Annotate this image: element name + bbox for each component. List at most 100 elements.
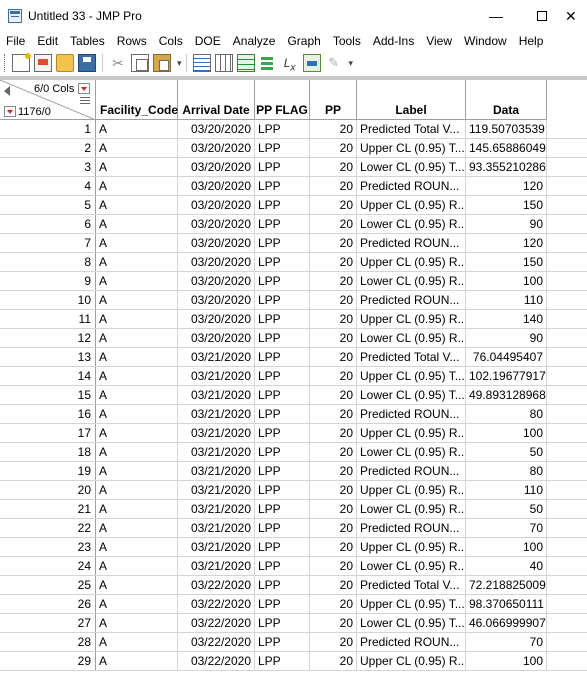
cell-facility-code[interactable]: A	[96, 139, 178, 157]
table-row[interactable]: 4 A 03/20/2020 LPP 20 Predicted ROUN... 120	[0, 177, 587, 196]
cell-pp-flag[interactable]: LPP	[255, 291, 310, 309]
cell-pp[interactable]: 20	[310, 291, 357, 309]
cell-data[interactable]: 90	[466, 329, 547, 347]
cell-data[interactable]: 80	[466, 462, 547, 480]
cell-facility-code[interactable]: A	[96, 272, 178, 290]
cell-pp[interactable]: 20	[310, 215, 357, 233]
table-row[interactable]: 13 A 03/21/2020 LPP 20 Predicted Total V... 76…	[0, 348, 587, 367]
row-number[interactable]: 26	[0, 595, 96, 613]
table-row[interactable]: 24 A 03/21/2020 LPP 20 Lower CL (0.95) R... 40	[0, 557, 587, 576]
menu-analyze[interactable]: Analyze	[227, 32, 282, 50]
table-row[interactable]: 17 A 03/21/2020 LPP 20 Upper CL (0.95) R... 10…	[0, 424, 587, 443]
cell-data[interactable]: 145.65886049	[466, 139, 547, 157]
cell-label[interactable]: Predicted Total V...	[357, 576, 466, 594]
paste-dropdown-icon[interactable]: ▾	[177, 58, 182, 69]
cell-pp-flag[interactable]: LPP	[255, 614, 310, 632]
cell-arrival-date[interactable]: 03/22/2020	[178, 595, 255, 613]
column-header-pp[interactable]: PP	[310, 80, 357, 120]
cell-data[interactable]: 49.893128968	[466, 386, 547, 404]
cell-pp[interactable]: 20	[310, 595, 357, 613]
cell-facility-code[interactable]: A	[96, 386, 178, 404]
cell-data[interactable]: 70	[466, 519, 547, 537]
cell-arrival-date[interactable]: 03/20/2020	[178, 139, 255, 157]
cell-pp[interactable]: 20	[310, 481, 357, 499]
data-table-list-icon[interactable]	[192, 54, 211, 72]
cell-pp[interactable]: 20	[310, 158, 357, 176]
cell-label[interactable]: Upper CL (0.95) T...	[357, 139, 466, 157]
table-row[interactable]: 7 A 03/20/2020 LPP 20 Predicted ROUN... 120	[0, 234, 587, 253]
run-script-icon[interactable]	[302, 54, 321, 72]
cell-data[interactable]: 100	[466, 424, 547, 442]
columns-menu-icon[interactable]	[78, 83, 90, 94]
cell-data[interactable]: 72.218825009	[466, 576, 547, 594]
cell-data[interactable]: 76.04495407	[466, 348, 547, 366]
table-row[interactable]: 18 A 03/21/2020 LPP 20 Lower CL (0.95) R... 50	[0, 443, 587, 462]
row-number[interactable]: 8	[0, 253, 96, 271]
cell-data[interactable]: 140	[466, 310, 547, 328]
row-number[interactable]: 20	[0, 481, 96, 499]
table-row[interactable]: 15 A 03/21/2020 LPP 20 Lower CL (0.95) T... 49…	[0, 386, 587, 405]
cell-pp[interactable]: 20	[310, 348, 357, 366]
table-row[interactable]: 6 A 03/20/2020 LPP 20 Lower CL (0.95) R... 90	[0, 215, 587, 234]
cell-label[interactable]: Predicted Total V...	[357, 120, 466, 138]
table-row[interactable]: 23 A 03/21/2020 LPP 20 Upper CL (0.95) R... 10…	[0, 538, 587, 557]
formula-icon[interactable]: Lx	[281, 54, 299, 73]
grid-icon[interactable]	[236, 54, 255, 72]
cell-pp-flag[interactable]: LPP	[255, 481, 310, 499]
collapse-panel-icon[interactable]	[4, 86, 10, 96]
menu-cols[interactable]: Cols	[153, 32, 189, 50]
cell-label[interactable]: Predicted ROUN...	[357, 519, 466, 537]
menu-file[interactable]: File	[0, 32, 31, 50]
cell-pp[interactable]: 20	[310, 329, 357, 347]
row-number[interactable]: 2	[0, 139, 96, 157]
menu-view[interactable]: View	[420, 32, 458, 50]
cell-pp-flag[interactable]: LPP	[255, 652, 310, 670]
cell-label[interactable]: Upper CL (0.95) T...	[357, 367, 466, 385]
cell-pp[interactable]: 20	[310, 272, 357, 290]
table-row[interactable]: 21 A 03/21/2020 LPP 20 Lower CL (0.95) R... 50	[0, 500, 587, 519]
cell-pp-flag[interactable]: LPP	[255, 177, 310, 195]
cell-pp-flag[interactable]: LPP	[255, 272, 310, 290]
row-number[interactable]: 3	[0, 158, 96, 176]
cell-label[interactable]: Lower CL (0.95) R...	[357, 329, 466, 347]
cell-pp[interactable]: 20	[310, 462, 357, 480]
cell-facility-code[interactable]: A	[96, 481, 178, 499]
cell-label[interactable]: Lower CL (0.95) R...	[357, 443, 466, 461]
table-row[interactable]: 1 A 03/20/2020 LPP 20 Predicted Total V... 119…	[0, 120, 587, 139]
cell-label[interactable]: Upper CL (0.95) R...	[357, 481, 466, 499]
cell-facility-code[interactable]: A	[96, 614, 178, 632]
menu-tools[interactable]: Tools	[327, 32, 367, 50]
cell-arrival-date[interactable]: 03/22/2020	[178, 633, 255, 651]
column-header-label[interactable]: Label	[357, 80, 466, 120]
cell-arrival-date[interactable]: 03/22/2020	[178, 614, 255, 632]
cell-pp-flag[interactable]: LPP	[255, 234, 310, 252]
cell-data[interactable]: 90	[466, 215, 547, 233]
table-row[interactable]: 20 A 03/21/2020 LPP 20 Upper CL (0.95) R... 11…	[0, 481, 587, 500]
toolbar-overflow-icon[interactable]: ▾	[349, 58, 354, 69]
cell-pp[interactable]: 20	[310, 557, 357, 575]
row-number[interactable]: 27	[0, 614, 96, 632]
row-number[interactable]: 29	[0, 652, 96, 670]
table-row[interactable]: 8 A 03/20/2020 LPP 20 Upper CL (0.95) R... 150	[0, 253, 587, 272]
cell-label[interactable]: Lower CL (0.95) R...	[357, 500, 466, 518]
cell-pp-flag[interactable]: LPP	[255, 519, 310, 537]
cell-facility-code[interactable]: A	[96, 405, 178, 423]
cell-arrival-date[interactable]: 03/21/2020	[178, 386, 255, 404]
cell-facility-code[interactable]: A	[96, 215, 178, 233]
cell-arrival-date[interactable]: 03/22/2020	[178, 576, 255, 594]
row-number[interactable]: 1	[0, 120, 96, 138]
cell-pp[interactable]: 20	[310, 424, 357, 442]
cell-data[interactable]: 100	[466, 652, 547, 670]
cell-label[interactable]: Upper CL (0.95) R...	[357, 652, 466, 670]
new-data-table-icon[interactable]	[12, 53, 31, 72]
row-number[interactable]: 19	[0, 462, 96, 480]
cell-pp[interactable]: 20	[310, 443, 357, 461]
cell-label[interactable]: Predicted ROUN...	[357, 291, 466, 309]
cell-pp-flag[interactable]: LPP	[255, 310, 310, 328]
table-row[interactable]: 27 A 03/22/2020 LPP 20 Lower CL (0.95) T... 46…	[0, 614, 587, 633]
cell-label[interactable]: Predicted ROUN...	[357, 405, 466, 423]
row-number[interactable]: 17	[0, 424, 96, 442]
table-row[interactable]: 14 A 03/21/2020 LPP 20 Upper CL (0.95) T... 10…	[0, 367, 587, 386]
cell-label[interactable]: Predicted ROUN...	[357, 234, 466, 252]
cell-data[interactable]: 93.355210286	[466, 158, 547, 176]
